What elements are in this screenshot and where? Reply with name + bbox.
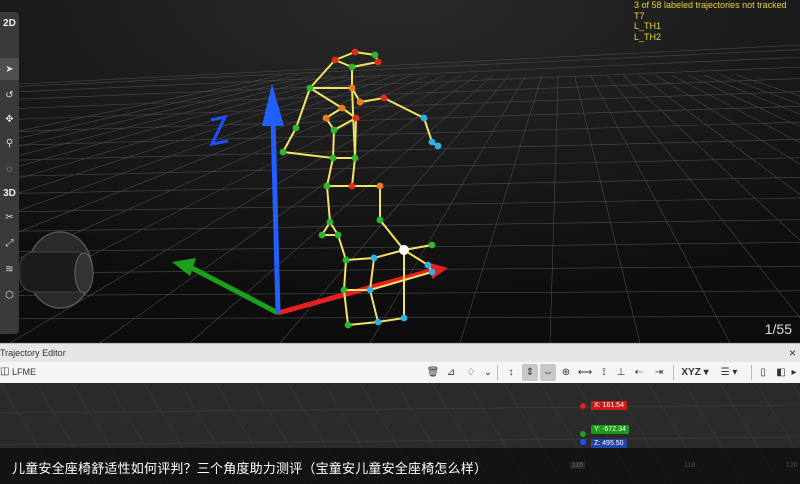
marker-point (326, 218, 334, 226)
marker-point (348, 63, 356, 71)
marker-point (351, 154, 359, 162)
trajectory-editor-header: Trajectory Editor × (0, 343, 800, 363)
marker-point (334, 231, 342, 239)
status-line: L_TH2 (634, 31, 662, 42)
marker-point (371, 51, 379, 59)
marker-point (322, 114, 330, 122)
fit-all-icon[interactable]: ⊕ (558, 364, 574, 381)
marker-point (279, 148, 287, 156)
divider (497, 365, 498, 380)
x-value-dot (580, 403, 586, 409)
marker-point (340, 286, 348, 294)
marker-point (420, 114, 428, 122)
marker-point (376, 216, 384, 224)
fit-width-icon[interactable]: ⟷ (577, 364, 593, 381)
marker-point (376, 182, 384, 190)
graph-grid-line (0, 404, 800, 414)
x-value-label: X: 161.54 (591, 401, 627, 410)
subject-icon: ◫ (0, 366, 10, 377)
marker-point (342, 256, 350, 264)
fill-gap-icon[interactable]: ⊿ (444, 364, 458, 381)
status-line: T7 (634, 10, 645, 21)
marker-point (331, 56, 339, 64)
divider (751, 365, 752, 380)
toolbar-3d-label[interactable]: 3D (0, 182, 19, 204)
marker-point (366, 286, 374, 294)
graph-grid-line (0, 436, 800, 446)
subject-name: LFME (12, 367, 37, 377)
auto-scale-x-button[interactable]: ⇔ (540, 364, 556, 381)
bone-segment (332, 129, 335, 159)
marker-point (428, 241, 436, 249)
scene-canvas (0, 0, 800, 343)
marker-point (356, 98, 364, 106)
marker-point (323, 182, 331, 190)
marker-point (434, 142, 442, 150)
marker-point (292, 124, 300, 132)
rotate-icon[interactable]: ↺ (0, 84, 19, 106)
marker-point (306, 84, 314, 92)
cut-icon[interactable]: ✂ (0, 206, 19, 228)
marker-point (428, 268, 436, 276)
marker-point (351, 48, 359, 56)
marker-point (344, 321, 352, 329)
auto-range-button[interactable]: ⇥ (649, 364, 669, 381)
status-line: L_TH1 (634, 21, 662, 31)
marker-point (424, 261, 432, 269)
split-pane-icon[interactable]: ◧ (774, 364, 788, 381)
move-icon[interactable]: ✥ (0, 108, 19, 130)
marker-point (374, 58, 382, 66)
viewport-toolbar: 2D ➤ ↺ ✥ ⚲ ◌ 3D ✂ ⤢ ≋ ⬡ (0, 12, 19, 334)
label-3d: 3D (3, 187, 16, 199)
trajectory-editor-toolbar: ◫ LFME 🗑 ⊿ ♢ ⌄ ↕ ⇕ ⇔ ⊕ ⟷ ⟟ ⊥ ⇠ ⇥ XYZ ▾ ☰… (0, 362, 800, 384)
center-icon[interactable]: ⊥ (613, 364, 629, 381)
y-value-label: Y: -672.34 (591, 425, 629, 434)
close-icon[interactable]: × (789, 346, 796, 360)
z-value-dot (580, 439, 586, 445)
fit-height-icon[interactable]: ⟟ (596, 364, 612, 381)
toolbar-2d-label[interactable]: 2D (0, 12, 19, 34)
3d-viewport[interactable]: 2D ➤ ↺ ✥ ⚲ ◌ 3D ✂ ⤢ ≋ ⬡ 3 of 58 labeled … (0, 0, 800, 343)
marker-point (338, 104, 346, 112)
overflow-icon[interactable]: ▸ (790, 364, 798, 381)
marker-point (352, 114, 360, 122)
list-options-icon[interactable]: ☰ ▾ (714, 364, 744, 381)
single-pane-icon[interactable]: ▯ (756, 364, 770, 381)
zoom-icon[interactable]: ⚲ (0, 132, 19, 154)
marker-point (374, 318, 382, 326)
marker-point (428, 138, 436, 146)
caption-text: 儿童安全座椅舒适性如何评判？三个角度助力测评（宝童安儿童安全座椅怎么样） (12, 461, 488, 476)
select-arrow-icon[interactable]: ➤ (0, 58, 19, 80)
marker-point (330, 126, 338, 134)
marker-point (399, 245, 409, 255)
trajectory-editor-title: Trajectory Editor (0, 348, 66, 358)
marker-point (400, 314, 408, 322)
marker-point (370, 254, 378, 262)
tracking-status: 3 of 58 labeled trajectories not tracked… (634, 0, 787, 42)
auto-scale-y-button[interactable]: ⇕ (522, 364, 538, 381)
orbit-icon[interactable]: ◌ (0, 158, 19, 180)
status-line: 3 of 58 labeled trajectories not tracked (634, 0, 787, 10)
delete-icon[interactable]: 🗑 (427, 364, 440, 381)
frame-counter: 1/55 (764, 321, 792, 337)
axis-select-dropdown[interactable]: XYZ ▾ (678, 364, 712, 381)
marker-point (348, 182, 356, 190)
link-icon[interactable]: ⤢ (0, 232, 19, 254)
y-value-dot (580, 431, 586, 437)
chevron-down-icon[interactable]: ⌄ (483, 364, 493, 381)
marker-point (380, 94, 388, 102)
label-2d: 2D (3, 17, 16, 29)
marker-point (329, 154, 337, 162)
marker-point (318, 231, 326, 239)
cube-icon[interactable]: ⬡ (0, 284, 19, 306)
paint-icon[interactable]: ♢ (462, 364, 480, 381)
zoom-out-icon[interactable]: ⇠ (631, 364, 647, 381)
divider (673, 365, 674, 380)
z-value-label: Z: 495.50 (591, 439, 627, 448)
y-sort-icon[interactable]: ↕ (503, 364, 519, 381)
marker-point (348, 84, 356, 92)
fan-icon[interactable]: ≋ (0, 258, 19, 280)
